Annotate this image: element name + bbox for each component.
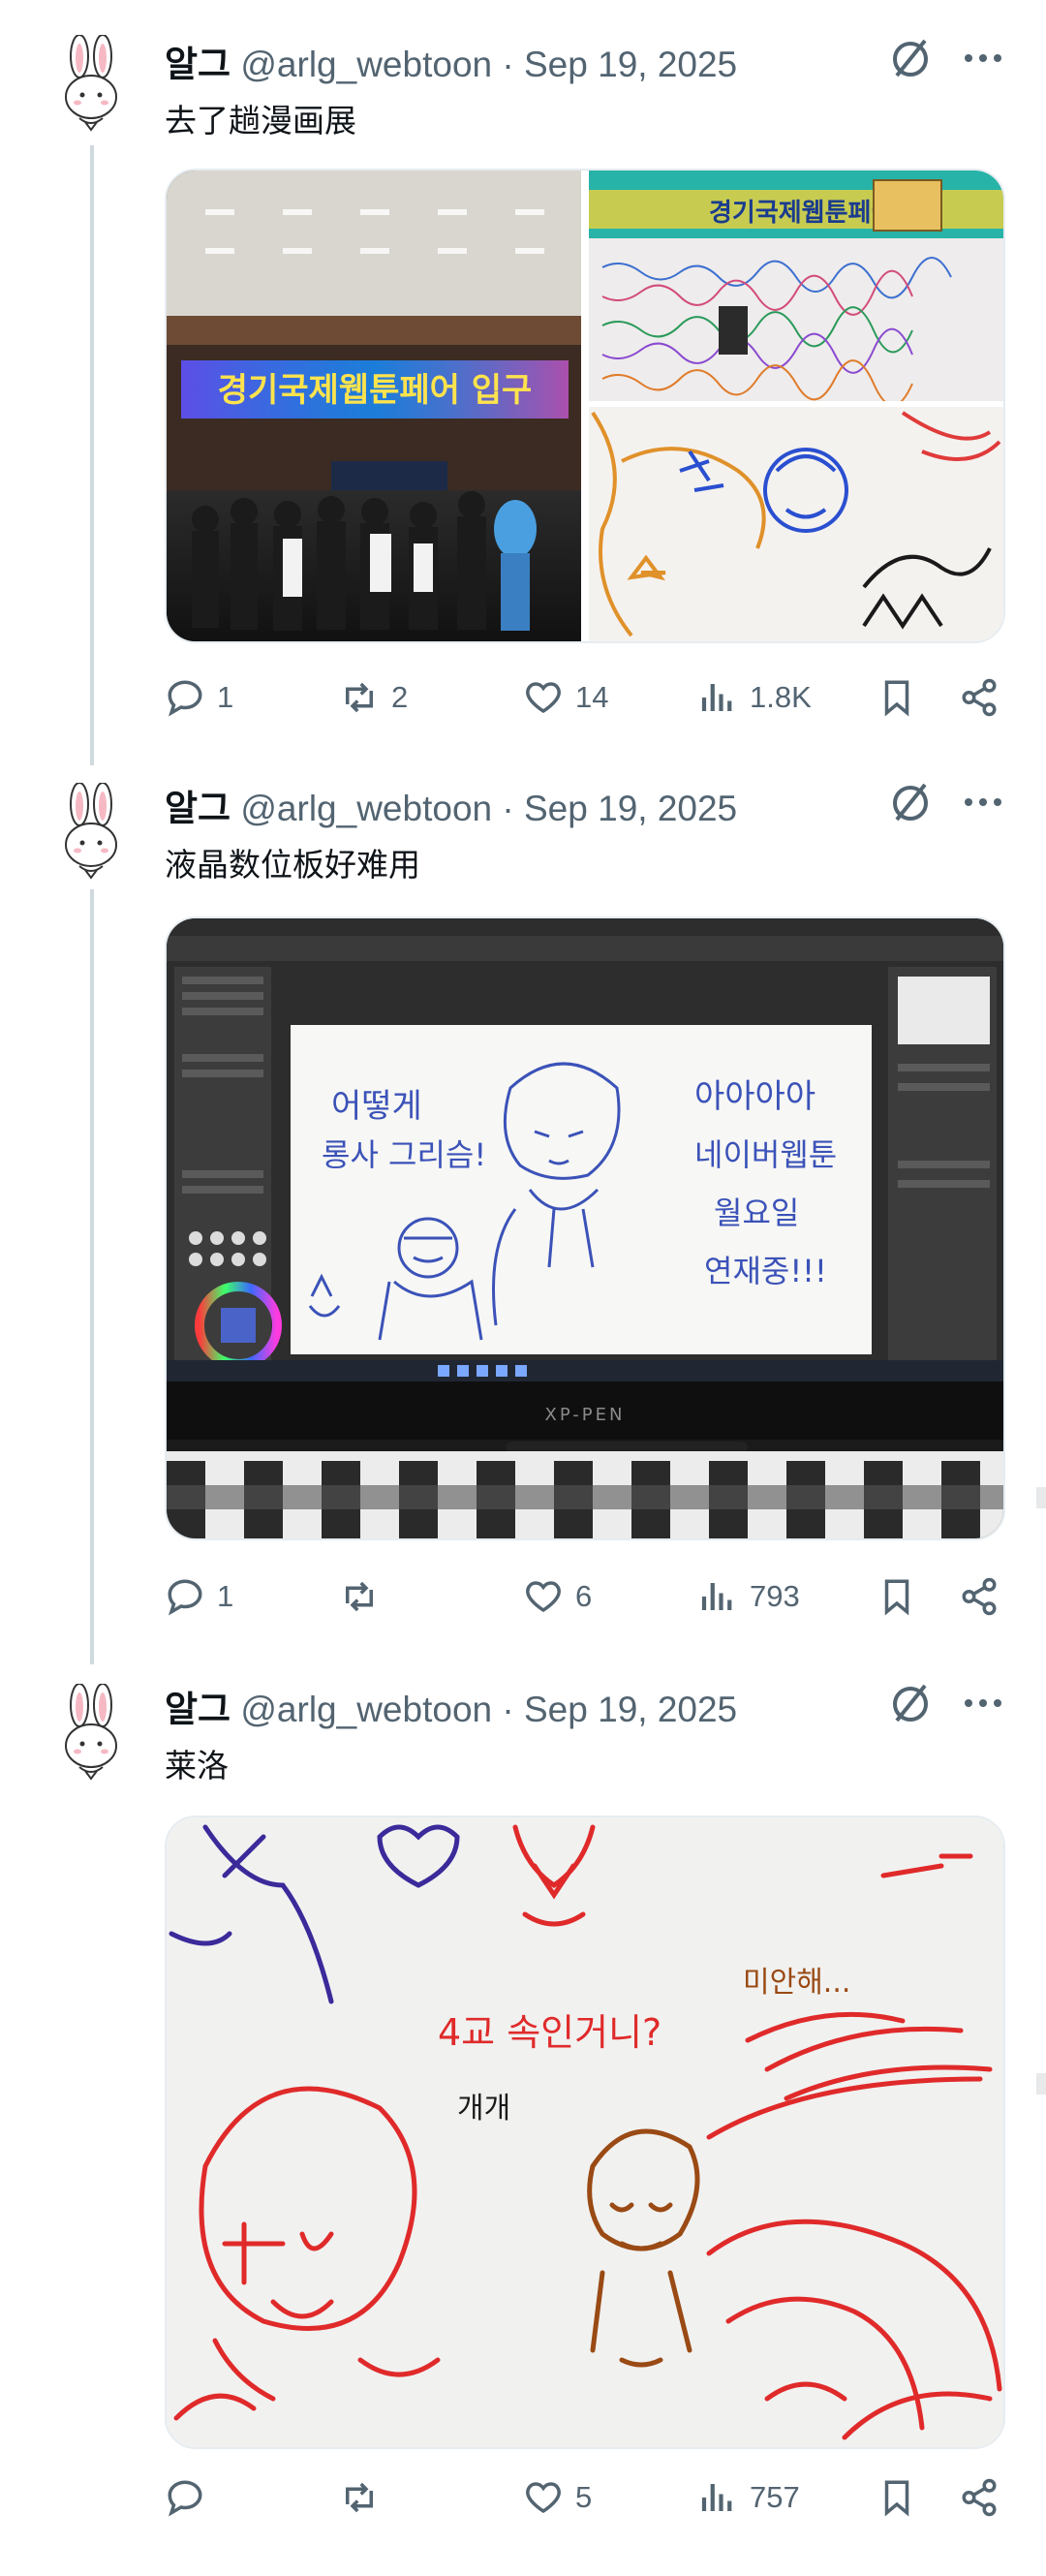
tweet-media[interactable]: 어떻게 롱사 그리슴! 아아아아 네이버웹툰 월요일 연재중!!! XP-PEN [165,916,1005,1540]
bookmark-button[interactable] [877,668,917,727]
like-button[interactable]: 14 [523,668,608,727]
canvas-text-3: 아아아아 [694,1077,815,1116]
wall-banner-text: 경기국제웹툰페어 [709,199,894,228]
tweet-actions: 1 6 793 [165,1567,1001,1626]
views-button[interactable]: 1.8K [697,668,812,727]
scrollbar-tick[interactable] [1036,2073,1046,2095]
views-count: 793 [750,1579,800,1613]
bookmark-button[interactable] [877,2468,917,2527]
canvas-text-6: 연재중!!! [704,1253,827,1289]
author-name[interactable]: 알그 [165,789,231,828]
author-handle[interactable]: @arlg_webtoon [240,45,492,84]
views-count: 1.8K [750,680,812,714]
author-handle[interactable]: @arlg_webtoon [240,1690,492,1729]
share-button[interactable] [959,2468,1000,2527]
like-button[interactable]: 6 [523,1567,592,1626]
retweet-icon [346,682,373,713]
bookmark-icon [884,680,909,717]
heart-icon [526,2482,561,2514]
tweet-date[interactable]: Sep 19, 2025 [524,1690,737,1729]
reply-count: 1 [217,1579,234,1613]
bookmark-button[interactable] [877,1567,917,1626]
retweet-icon [346,2482,373,2513]
views-button[interactable]: 757 [697,2468,800,2527]
like-count: 5 [575,2480,593,2514]
tweet-media-grid[interactable]: 경기국제웹툰페어 입구 경기국제웹툰페어 [165,169,1005,643]
retweet-count: 2 [391,680,409,714]
tweet-actions: 5 757 [165,2468,1001,2527]
like-count: 14 [575,680,609,714]
canvas-text-4: 네이버웹툰 [694,1136,837,1173]
more-icon[interactable] [959,1684,1007,1723]
views-icon [701,1583,732,1610]
canvas-text-5: 월요일 [714,1195,799,1231]
share-icon [962,678,997,717]
reply-icon [168,2480,202,2517]
retweet-button[interactable] [339,2468,391,2527]
dot-separator: · [502,45,514,84]
like-count: 6 [575,1579,593,1613]
reply-button[interactable] [165,2468,217,2527]
author-handle[interactable]: @arlg_webtoon [240,789,492,828]
tweet-text: 莱洛 [165,1748,229,1784]
author-name[interactable]: 알그 [165,1690,231,1729]
bookmark-icon [884,1579,909,1616]
dot-separator: · [502,1690,514,1729]
retweet-icon [346,1581,373,1612]
author-name[interactable]: 알그 [165,45,231,84]
grok-icon[interactable] [886,1680,935,1728]
tweet-media[interactable]: 4교 속인거니? 개개 미안해... [165,1816,1005,2449]
tweet[interactable]: 알그 @arlg_webtoon · Sep 19, 2025 液晶数位板好难用 [0,756,1046,1657]
reply-icon [168,680,202,717]
retweet-button[interactable] [339,1567,391,1626]
dot-separator: · [502,789,514,828]
media-photo[interactable]: 어떻게 롱사 그리슴! 아아아아 네이버웹툰 월요일 연재중!!! XP-PEN [167,918,1003,1538]
tweet-text: 去了趟漫画展 [165,103,356,139]
reply-icon [168,1579,202,1616]
reply-count: 1 [217,680,234,714]
avatar[interactable] [56,1684,126,1781]
avatar[interactable] [56,783,126,880]
share-button[interactable] [959,668,1000,727]
more-icon[interactable] [959,39,1007,78]
tablet-brand: XP-PEN [545,1405,626,1425]
share-icon [962,1577,997,1616]
tweet-header: 알그 @arlg_webtoon · Sep 19, 2025 [165,779,737,831]
tweet-date[interactable]: Sep 19, 2025 [524,45,737,84]
bookmark-icon [884,2480,909,2517]
banner-text: 경기국제웹툰페어 입구 [218,371,533,410]
canvas-text-1: 어떻게 [331,1087,422,1126]
tweet[interactable]: 알그 @arlg_webtoon · Sep 19, 2025 莱洛 4교 속인… [0,1657,1046,2576]
retweet-button[interactable]: 2 [339,668,408,727]
views-icon [701,2484,732,2511]
like-button[interactable]: 5 [523,2468,592,2527]
tweet-header: 알그 @arlg_webtoon · Sep 19, 2025 [165,35,737,87]
tweet-header: 알그 @arlg_webtoon · Sep 19, 2025 [165,1680,737,1732]
more-icon[interactable] [959,783,1007,822]
tweet-text: 液晶数位板好难用 [165,847,420,883]
reply-button[interactable]: 1 [165,668,233,727]
drawing-text-2: 개개 [457,2092,510,2126]
scrollbar-tick[interactable] [1036,1487,1046,1508]
heart-icon [526,682,561,714]
views-icon [701,684,732,711]
views-count: 757 [750,2480,800,2514]
tweet-actions: 1 2 14 1.8K [165,668,1001,727]
grok-icon[interactable] [886,779,935,827]
media-photos[interactable]: 경기국제웹툰페어 입구 경기국제웹툰페어 [167,171,1003,641]
views-button[interactable]: 793 [697,1567,800,1626]
share-button[interactable] [959,1567,1000,1626]
tweet-date[interactable]: Sep 19, 2025 [524,789,737,828]
grok-icon[interactable] [886,35,935,83]
canvas-text-2: 롱사 그리슴! [322,1136,486,1173]
reply-button[interactable]: 1 [165,1567,233,1626]
heart-icon [526,1581,561,1613]
tweet[interactable]: 알그 @arlg_webtoon · Sep 19, 2025 去了趟漫画展 경… [0,0,1046,756]
drawing-text-3: 미안해... [743,1966,850,2000]
avatar[interactable] [56,35,126,132]
drawing-text-1: 4교 속인거니? [438,2011,661,2054]
share-icon [962,2478,997,2517]
media-photo[interactable]: 4교 속인거니? 개개 미안해... [167,1817,1003,2447]
